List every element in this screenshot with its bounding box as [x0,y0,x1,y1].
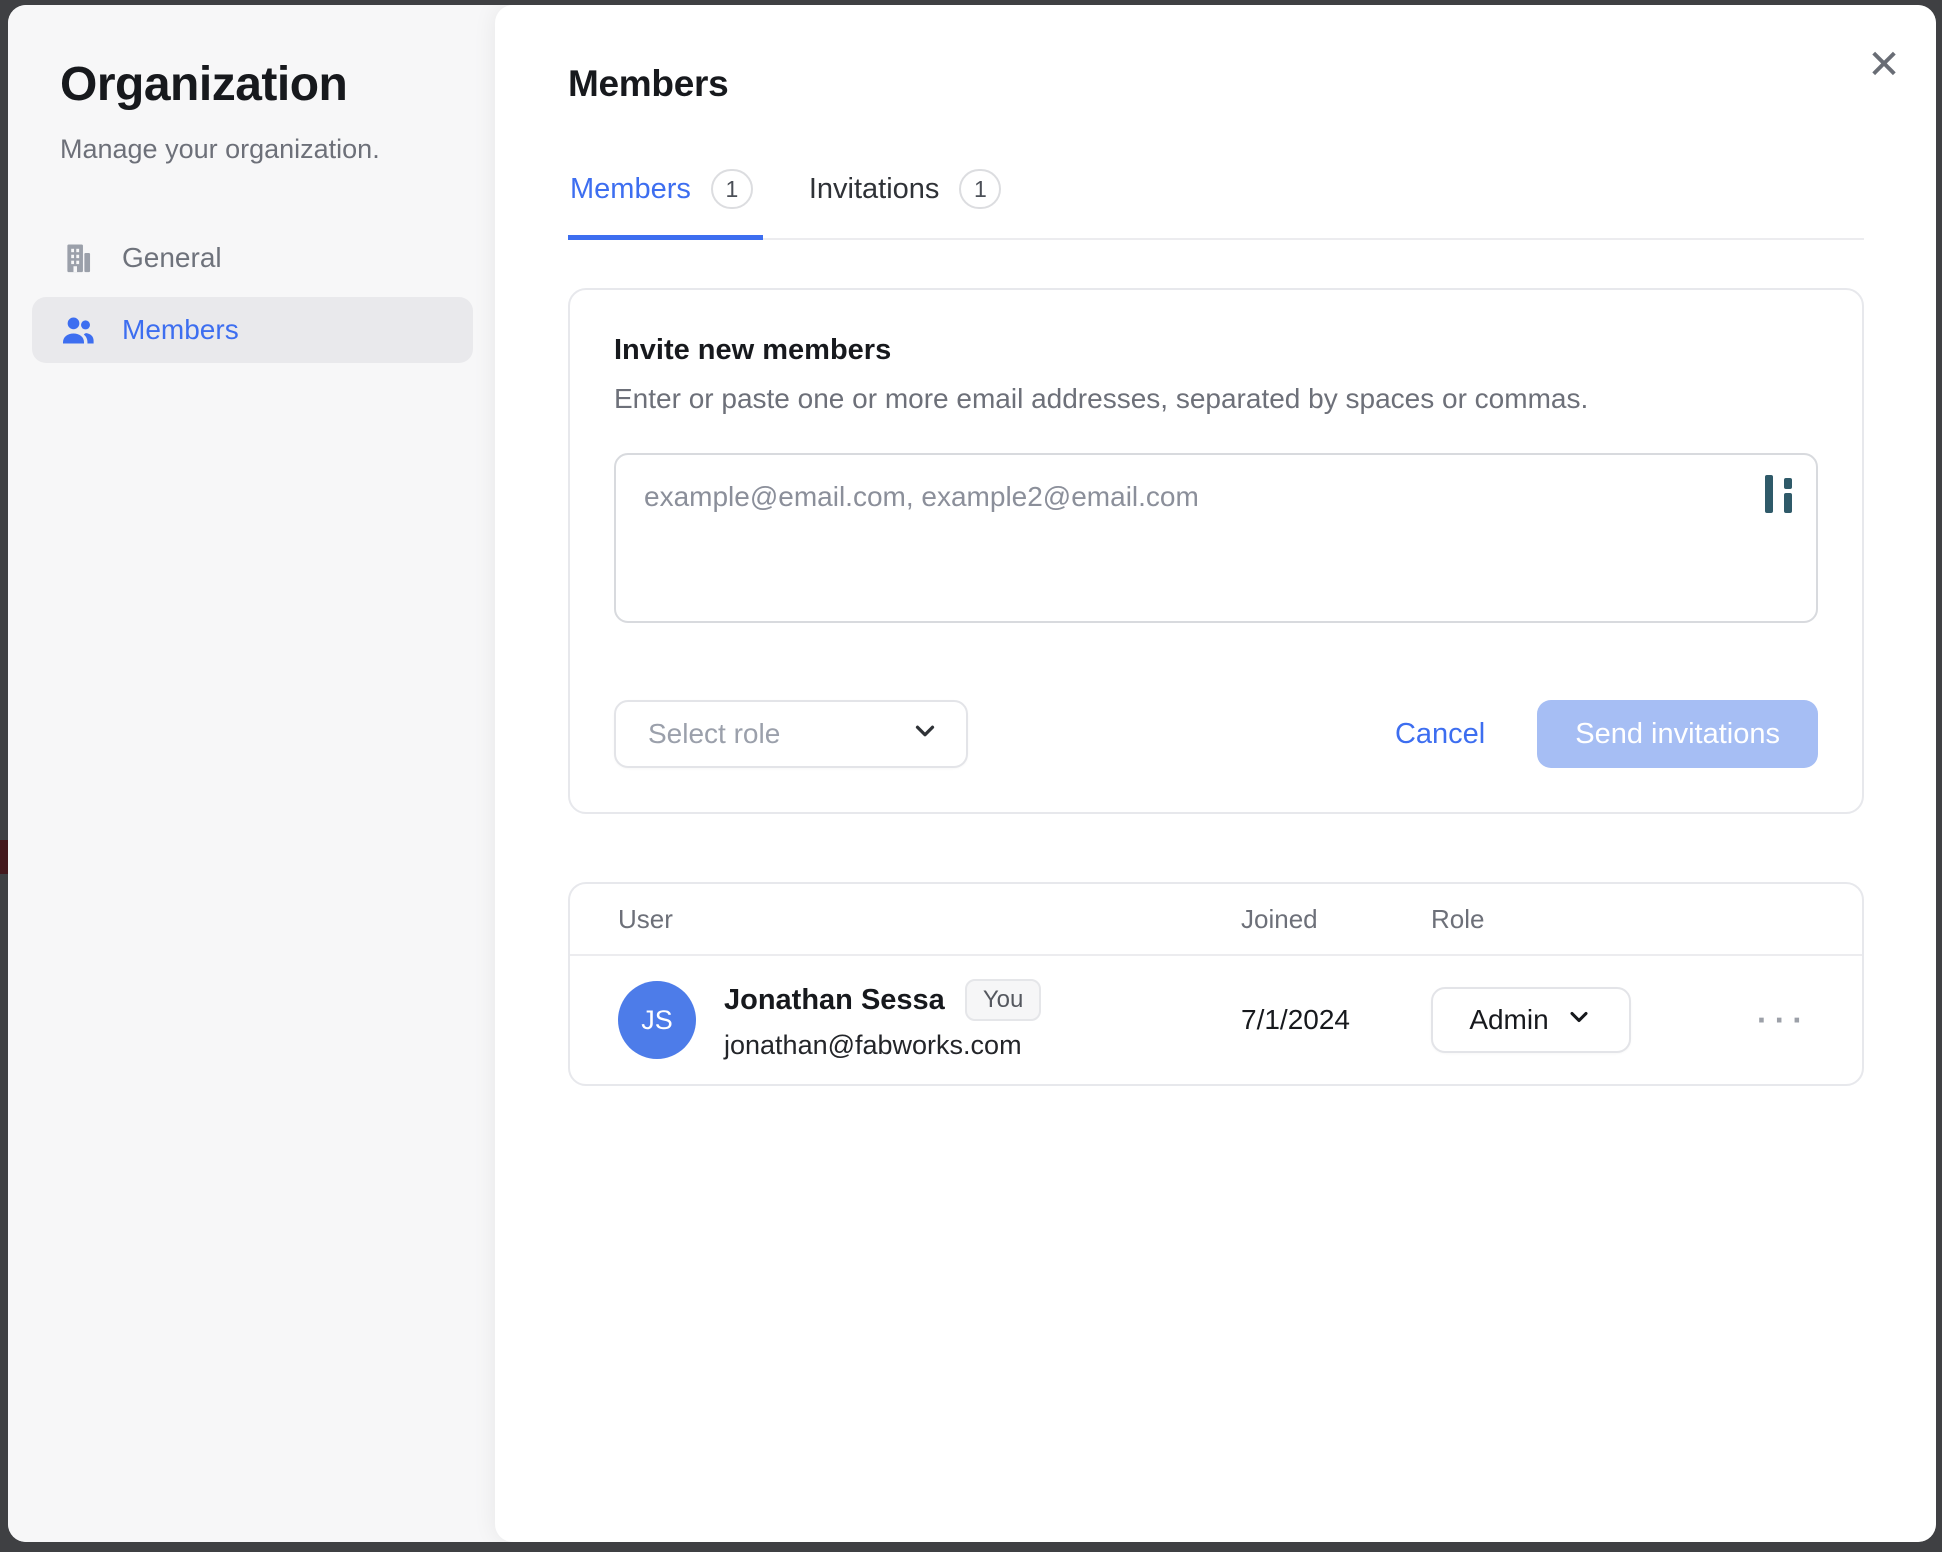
you-badge: You [965,979,1042,1021]
more-options-icon[interactable]: ··· [1743,992,1814,1049]
tab-label: Members [570,173,691,206]
organization-settings-modal: Organization Manage your organization. [8,5,1936,1542]
sidebar-item-label: General [122,242,222,274]
member-email: jonathan@fabworks.com [724,1030,1041,1061]
tab-invitations[interactable]: Invitations 1 [807,169,1012,240]
column-header-role: Role [1431,904,1814,935]
invite-card-description: Enter or paste one or more email address… [614,383,1818,415]
table-row: JS Jonathan Sessa You jonathan@fabworks.… [570,956,1862,1084]
column-header-joined: Joined [1241,904,1431,935]
main-panel: ✕ Members Members 1 Invitations 1 Invite… [495,5,1936,1542]
role-select-placeholder: Select role [648,718,780,750]
sidebar-item-label: Members [122,314,239,346]
close-icon[interactable]: ✕ [1858,39,1910,91]
tab-members-count-badge: 1 [711,169,753,209]
section-title: Members [568,63,1864,105]
sidebar-item-general[interactable]: General [32,225,473,291]
column-header-user: User [618,904,1241,935]
user-identity: Jonathan Sessa You jonathan@fabworks.com [724,979,1041,1061]
role-select-dropdown[interactable]: Select role [614,700,968,768]
sidebar: Organization Manage your organization. [8,5,495,1542]
invite-card-actions: Select role Cancel Send invitations [614,700,1818,768]
tab-bar: Members 1 Invitations 1 [568,169,1864,240]
building-icon [60,240,96,276]
page-title: Organization [32,57,473,112]
sidebar-nav: General Members [32,225,473,363]
invite-buttons: Cancel Send invitations [1395,700,1818,768]
member-role-value: Admin [1469,1004,1548,1036]
sidebar-item-members[interactable]: Members [32,297,473,363]
password-manager-autofill-icon[interactable] [1765,475,1792,513]
tab-invitations-count-badge: 1 [959,169,1001,209]
cancel-button[interactable]: Cancel [1395,718,1485,751]
avatar: JS [618,981,696,1059]
chevron-down-icon [910,716,940,753]
invite-card-title: Invite new members [614,334,1818,367]
email-input-wrap [614,453,1818,628]
chevron-down-icon [1565,1003,1593,1038]
send-invitations-button[interactable]: Send invitations [1537,700,1818,768]
member-role-dropdown[interactable]: Admin [1431,987,1631,1053]
user-cell: JS Jonathan Sessa You jonathan@fabworks.… [618,979,1241,1061]
role-cell: Admin ··· [1431,987,1814,1053]
users-icon [60,312,96,348]
tab-members[interactable]: Members 1 [568,169,763,240]
members-table: User Joined Role JS Jonathan Sessa You j… [568,882,1864,1086]
invite-members-card: Invite new members Enter or paste one or… [568,288,1864,814]
page-subtitle: Manage your organization. [32,134,473,165]
joined-date: 7/1/2024 [1241,1004,1431,1036]
tab-label: Invitations [809,173,940,206]
table-header-row: User Joined Role [570,884,1862,956]
member-name: Jonathan Sessa [724,984,945,1017]
invite-emails-input[interactable] [614,453,1818,623]
